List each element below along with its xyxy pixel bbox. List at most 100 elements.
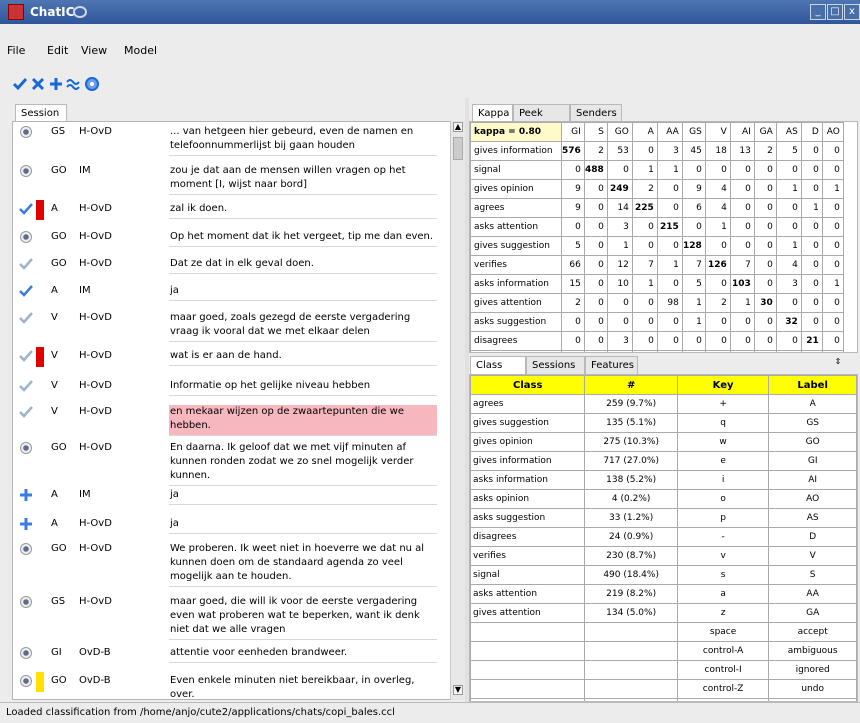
class-row[interactable]: agrees 259 (9.7%) + A	[470, 394, 857, 414]
accept-icon[interactable]	[12, 76, 28, 92]
session-row[interactable]: GS H-OvD maar goed, die will ik voor de ee…	[13, 592, 453, 642]
class-row[interactable]: asks suggestion 33 (1.2%) p AS	[470, 508, 857, 528]
class-row[interactable]: signal 490 (18.4%) s S	[470, 565, 857, 585]
row-utterance[interactable]: ja	[169, 284, 437, 301]
reject-icon[interactable]	[30, 76, 46, 92]
scroll-down-icon[interactable]: ▼	[453, 685, 463, 695]
class-row[interactable]: space accept	[470, 622, 857, 642]
row-utterance[interactable]: We proberen. Ik weet niet in hoeverre we…	[169, 542, 437, 587]
radio-icon[interactable]	[19, 646, 33, 660]
session-row[interactable]: A H-OvD zal ik doen.	[13, 199, 453, 226]
class-row[interactable]: disagrees 24 (0.9%) - D	[470, 527, 857, 547]
class-name	[470, 641, 586, 661]
kappa-cell: 0	[656, 312, 683, 332]
class-row[interactable]: asks attention 219 (8.2%) a AA	[470, 584, 857, 604]
session-row[interactable]: GO H-OvD En daarna. Ik geloof dat we met v…	[13, 438, 453, 486]
maximize-icon[interactable]: □	[827, 4, 843, 20]
class-column-header[interactable]: Class	[470, 375, 586, 395]
check-icon-gray[interactable]	[19, 379, 33, 393]
radio-icon[interactable]	[19, 125, 33, 139]
plus-icon[interactable]	[19, 517, 33, 531]
target-icon[interactable]	[84, 76, 100, 92]
wave-icon[interactable]	[66, 76, 82, 92]
row-utterance[interactable]: Op het moment dat ik het vergeet, tip me…	[169, 230, 437, 247]
session-row[interactable]: V H-OvD Informatie op het gelijke niveau h…	[13, 376, 453, 402]
row-utterance[interactable]: en mekaar wijzen op de zwaartepunten die…	[169, 405, 437, 436]
scroll-up-icon[interactable]: ▲	[453, 122, 463, 132]
radio-icon[interactable]	[19, 441, 33, 455]
class-row[interactable]: gives attention 134 (5.0%) z GA	[470, 603, 857, 623]
check-icon-gray[interactable]	[19, 311, 33, 325]
session-row[interactable]: GO H-OvD Op het moment dat ik het vergeet,…	[13, 227, 453, 253]
class-column-header[interactable]: #	[584, 375, 678, 395]
radio-icon[interactable]	[19, 595, 33, 609]
session-row[interactable]: GO IM zou je dat aan de mensen willen vrag…	[13, 161, 453, 198]
check-icon-gray[interactable]	[19, 257, 33, 271]
radio-icon[interactable]	[19, 542, 33, 556]
session-row[interactable]: V H-OvD wat is er aan de hand.	[13, 346, 453, 375]
row-utterance[interactable]: attentie voor eenheden brandweer.	[169, 646, 437, 663]
row-utterance[interactable]: zou je dat aan de mensen willen vragen o…	[169, 164, 437, 195]
row-utterance[interactable]: zal ik doen.	[169, 202, 437, 219]
minimize-icon[interactable]: _	[810, 4, 826, 20]
session-row[interactable]: A H-OvD ja	[13, 514, 453, 538]
split-grip-icon[interactable]: ⇕	[832, 357, 844, 369]
tab-class-info[interactable]: Class info	[470, 356, 526, 389]
add-icon[interactable]	[48, 76, 64, 92]
class-row[interactable]: gives opinion 275 (10.3%) w GO	[470, 432, 857, 452]
check-icon-blue[interactable]	[19, 284, 33, 298]
kappa-cell: 0	[753, 179, 777, 199]
class-row[interactable]: control-A ambiguous	[470, 641, 857, 661]
menu-model[interactable]: Model	[124, 44, 157, 57]
session-row[interactable]: V H-OvD maar goed, zoals gezegd de eerste …	[13, 308, 453, 345]
scroll-thumb[interactable]	[453, 137, 463, 160]
class-row[interactable]: asks opinion 4 (0.2%) o AO	[470, 489, 857, 509]
row-utterance[interactable]: Even enkele minuten niet bereikbaar, in …	[169, 674, 437, 699]
tab-sessions[interactable]: Sessions	[526, 356, 585, 376]
session-row[interactable]: A IM ja	[13, 485, 453, 513]
close-icon[interactable]: x	[844, 4, 860, 20]
class-column-header[interactable]: Label	[768, 375, 857, 395]
kappa-row-label: gives attention	[470, 293, 562, 313]
class-row[interactable]: asks information 138 (5.2%) i AI	[470, 470, 857, 490]
row-utterance[interactable]: ... van hetgeen hier gebeurd, even de na…	[169, 125, 437, 156]
session-row[interactable]: GO H-OvD Dat ze dat in elk geval doen.	[13, 254, 453, 280]
class-column-header[interactable]: Key	[676, 375, 770, 395]
class-label: AI	[768, 470, 857, 490]
class-row[interactable]: gives suggestion 135 (5.1%) q GS	[470, 413, 857, 433]
class-row[interactable]: control-Z undo	[470, 679, 857, 699]
row-utterance[interactable]: ja	[169, 517, 437, 534]
tab-features[interactable]: Features	[585, 356, 638, 376]
row-utterance[interactable]: Dat ze dat in elk geval doen.	[169, 257, 437, 274]
radio-icon[interactable]	[19, 674, 33, 688]
row-utterance[interactable]: maar goed, zoals gezegd de eerste vergad…	[169, 311, 437, 342]
class-row[interactable]: gives information 717 (27.0%) e GI	[470, 451, 857, 471]
class-row[interactable]: control-I ignored	[470, 660, 857, 680]
menu-file[interactable]: File	[7, 44, 25, 57]
session-row[interactable]: GI OvD-B attentie voor eenheden brandweer.	[13, 643, 453, 670]
class-row[interactable]: verifies 230 (8.7%) v V	[470, 546, 857, 566]
row-speaker: H-OvD	[79, 543, 112, 554]
kappa-cell: 0	[729, 331, 755, 351]
kappa-cell: 0	[656, 350, 683, 352]
row-utterance[interactable]: ja	[169, 488, 437, 505]
radio-icon[interactable]	[19, 230, 33, 244]
menu-view[interactable]: View	[81, 44, 107, 57]
check-icon-gray[interactable]	[19, 349, 33, 363]
plus-icon[interactable]	[19, 488, 33, 502]
row-utterance[interactable]: maar goed, die will ik voor de eerste ve…	[169, 595, 437, 640]
check-icon-gray[interactable]	[19, 405, 33, 419]
radio-icon[interactable]	[19, 164, 33, 178]
session-row[interactable]: GO OvD-B Even enkele minuten niet bereikba…	[13, 671, 453, 699]
kappa-cell: 1	[775, 179, 802, 199]
session-row[interactable]: V H-OvD en mekaar wijzen op de zwaartepunt…	[13, 402, 453, 437]
session-row[interactable]: GO H-OvD We proberen. Ik weet niet in hoev…	[13, 539, 453, 591]
row-utterance[interactable]: En daarna. Ik geloof dat we met vijf min…	[169, 441, 437, 486]
session-row[interactable]: A IM ja	[13, 281, 453, 307]
session-scrollbar[interactable]: ▲ ▼	[450, 121, 465, 700]
check-icon-blue[interactable]	[19, 202, 33, 216]
menu-edit[interactable]: Edit	[47, 44, 68, 57]
row-utterance[interactable]: wat is er aan de hand.	[169, 349, 437, 366]
row-utterance[interactable]: Informatie op het gelijke niveau hebben	[169, 379, 437, 396]
session-row[interactable]: GS H-OvD... van hetgeen hier gebeurd, eve…	[13, 122, 453, 160]
